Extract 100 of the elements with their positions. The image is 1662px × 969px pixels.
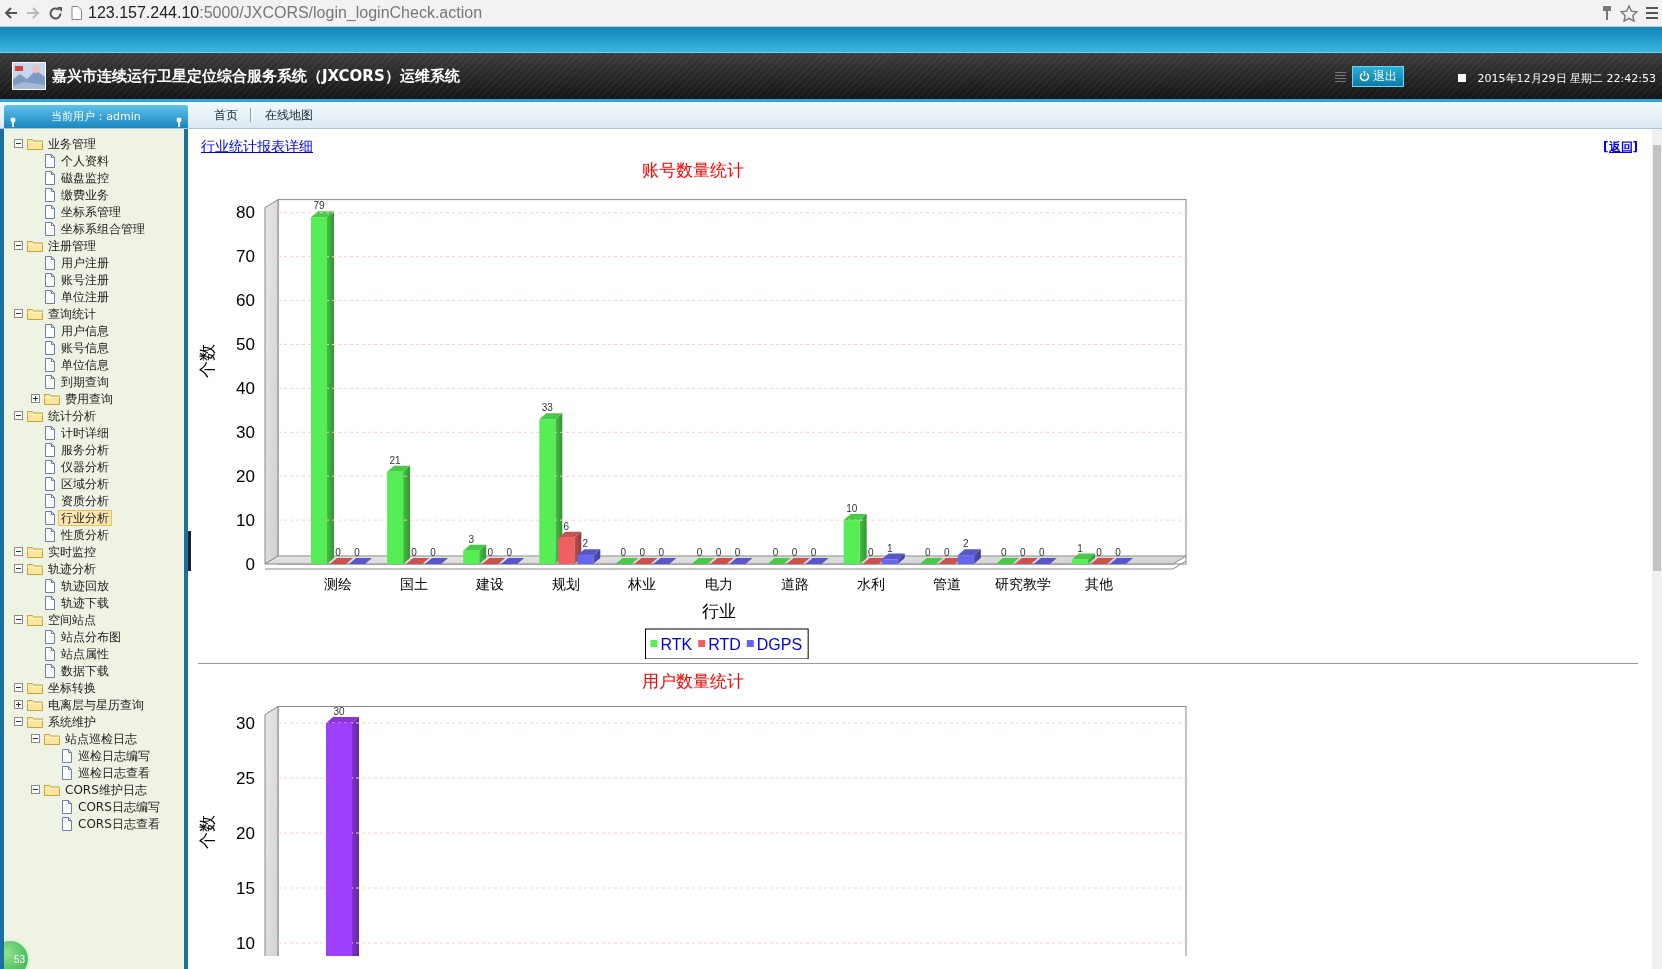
tree-item[interactable]: 注册管理 [45,237,99,254]
data-label: 0 [1039,547,1045,558]
data-label: 33 [541,402,553,414]
document-icon [44,357,56,372]
tree-item[interactable]: 账号注册 [58,271,112,288]
folder-icon [27,698,43,711]
collapse-icon[interactable] [14,717,23,726]
detail-report-link[interactable]: 行业统计报表详细 [201,138,313,156]
category-label: 管道 [932,576,961,592]
tree-item[interactable]: 磁盘监控 [58,169,112,186]
tree-item[interactable]: 缴费业务 [58,186,112,203]
tree-item[interactable]: 坐标系组合管理 [58,220,148,237]
document-icon [44,255,56,270]
axis-tick-label: 60 [236,291,255,311]
tree-item[interactable]: 空间站点 [45,611,99,628]
data-label: 0 [430,547,436,558]
tree-item[interactable]: 站点分布图 [58,628,124,645]
tree-item[interactable]: 性质分析 [58,526,112,543]
app-title: 嘉兴市连续运行卫星定位综合服务系统（JXCORS）运维系统 [52,66,461,86]
scrollbar-thumb[interactable] [1653,145,1661,571]
tree-item[interactable]: CORS日志查看 [75,815,163,832]
list-icon[interactable] [1334,70,1346,82]
category-label: 研究教学 [994,576,1051,592]
tree-item[interactable]: CORS维护日志 [62,781,150,798]
axis-tick-label: 50 [236,335,255,354]
tree-item[interactable]: 用户注册 [58,254,112,271]
tree-item[interactable]: CORS日志编写 [75,798,163,815]
tree-item[interactable]: 单位信息 [58,356,112,373]
nav-tab[interactable]: 在线地图 [255,103,323,127]
pin-icon [10,117,16,127]
collapse-icon[interactable] [14,411,23,420]
tree-item[interactable]: 站点属性 [58,645,112,662]
collapse-icon[interactable] [14,309,23,318]
axis-tick-label: 10 [236,510,255,530]
tree-item[interactable]: 系统维护 [45,713,99,730]
tree-item[interactable]: 电离层与星历查询 [45,696,147,713]
menu-icon[interactable] [1646,6,1658,20]
tree-item[interactable]: 轨迹分析 [45,560,99,577]
tree-item[interactable]: 资质分析 [58,492,112,509]
document-icon [61,816,73,831]
folder-icon [27,409,43,422]
tree-item[interactable]: 轨迹回放 [58,577,112,594]
tree-item[interactable]: 行业分析 [58,509,112,526]
reload-icon[interactable] [48,5,63,21]
tree-item[interactable]: 坐标转换 [45,679,99,696]
expand-icon[interactable] [31,394,40,403]
collapse-icon[interactable] [14,683,23,692]
tree-item[interactable]: 统计分析 [45,407,99,424]
tree-item[interactable]: 巡检日志查看 [75,764,153,781]
tree-item[interactable]: 单位注册 [58,288,112,305]
folder-icon [27,715,43,728]
collapse-icon[interactable] [14,241,23,250]
back-icon[interactable] [4,6,18,20]
collapse-icon[interactable] [14,615,23,624]
data-label: 6 [563,520,570,532]
data-label: 0 [506,547,512,558]
logout-button[interactable]: 退出 [1351,65,1404,87]
tree-item[interactable]: 站点巡检日志 [62,730,140,747]
nav-tab[interactable]: 首页 [204,103,248,127]
document-icon [44,629,56,644]
tree-item[interactable]: 查询统计 [45,305,99,322]
tree-item[interactable]: 坐标系管理 [58,203,124,220]
star-icon[interactable] [1620,4,1638,22]
document-icon [44,476,56,491]
tree-item[interactable]: 用户信息 [58,322,112,339]
legend-item: DGPS [746,636,803,653]
data-label: 0 [715,547,722,558]
axis-tick-label: 70 [236,247,255,267]
data-label: 0 [734,547,741,558]
tree-item[interactable]: 巡检日志编写 [75,747,153,764]
tree-item[interactable]: 服务分析 [58,441,112,458]
back-link[interactable]: [返回] [1603,138,1638,156]
axis-title: 个数 [198,815,218,849]
tree-item[interactable]: 区域分析 [58,475,112,492]
scrollbar[interactable] [1652,129,1662,969]
data-label: 0 [1096,547,1102,558]
document-icon [44,221,56,236]
square-icon [1457,74,1466,82]
key-icon[interactable] [1602,5,1612,21]
folder-icon [27,545,43,558]
expand-icon[interactable] [14,700,23,709]
collapse-icon[interactable] [31,785,40,794]
tree-item[interactable]: 账号信息 [58,339,112,356]
collapse-icon[interactable] [14,547,23,556]
tree-item[interactable]: 计时详细 [58,424,112,441]
document-icon [44,204,56,219]
tree-item[interactable]: 轨迹下载 [58,594,112,611]
collapse-icon[interactable] [14,564,23,573]
tree-item[interactable]: 个人资料 [58,152,112,169]
folder-icon [44,392,60,405]
tree-item[interactable]: 到期查询 [58,373,112,390]
tree-item[interactable]: 仪器分析 [58,458,112,475]
tree-item[interactable]: 费用查询 [62,390,116,407]
bar [881,559,898,564]
tree-item[interactable]: 业务管理 [45,135,99,152]
collapse-icon[interactable] [14,139,23,148]
collapse-icon[interactable] [31,734,40,743]
tree-item[interactable]: 实时监控 [45,543,99,560]
category-label: 规划 [552,576,581,592]
tree-item[interactable]: 数据下载 [58,662,112,679]
